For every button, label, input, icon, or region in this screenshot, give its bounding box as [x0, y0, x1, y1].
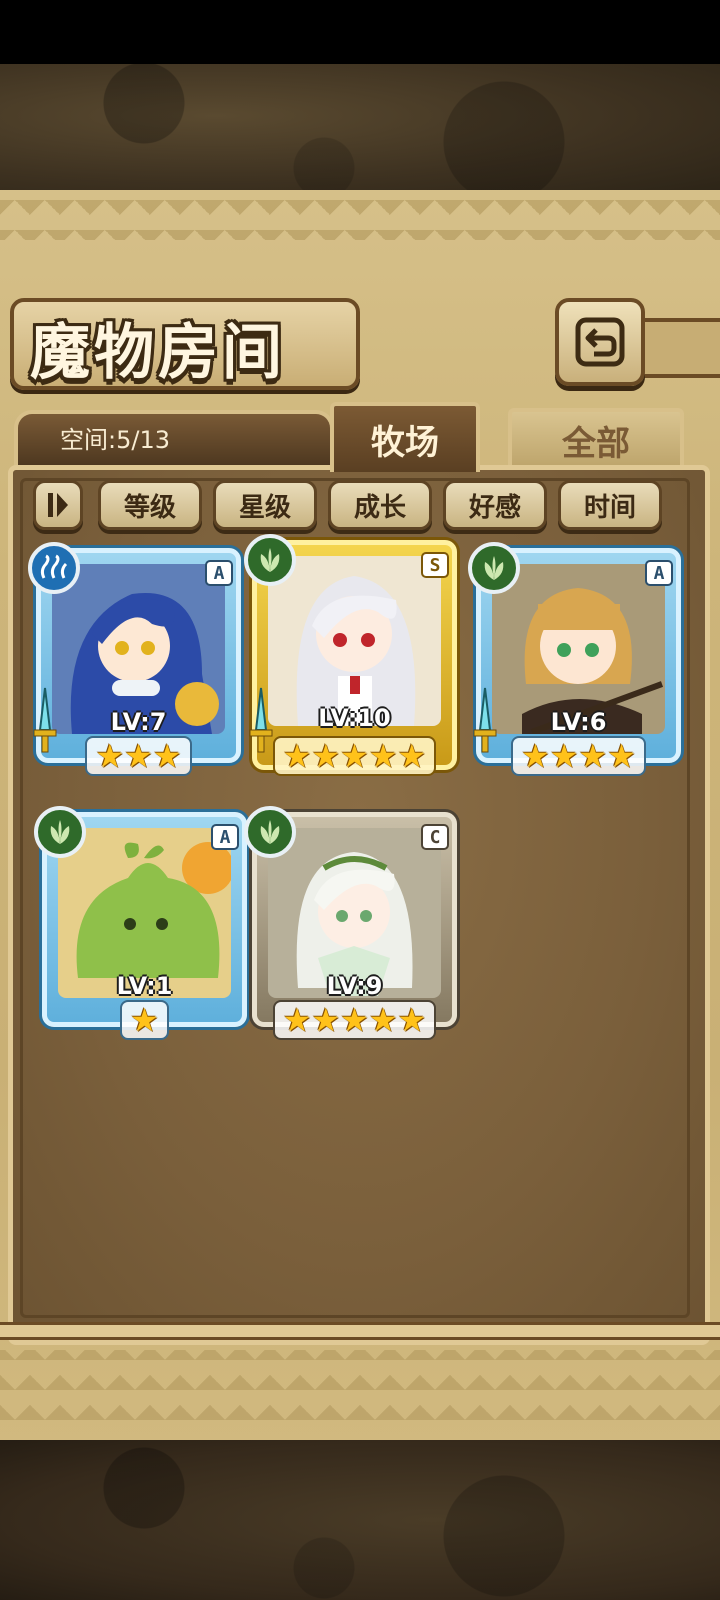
star-icon: ★ — [282, 1001, 312, 1039]
star-icon: ★ — [607, 737, 636, 775]
star-icon: ★ — [124, 737, 153, 775]
decorative-border-bottom — [0, 1350, 720, 1420]
level-label: LV:9 — [326, 972, 383, 1000]
star-icon: ★ — [95, 737, 125, 775]
panel-bottom-rail — [0, 1322, 720, 1340]
grade-badge: A — [205, 560, 233, 586]
monster-card[interactable]: A LV:6 ★ ★ ★ ★ — [468, 542, 681, 780]
star-icon: ★ — [368, 737, 398, 775]
grade-badge: S — [421, 552, 449, 578]
star-icon: ★ — [152, 737, 182, 775]
leaf-element-icon — [468, 542, 520, 594]
grade-badge: C — [421, 824, 449, 850]
map-background-top — [0, 64, 720, 194]
level-label: LV:1 — [116, 972, 173, 1000]
star-icon: ★ — [397, 737, 427, 775]
return-arrow-icon — [575, 317, 625, 367]
sort-by-time-button[interactable]: 时间 — [558, 480, 662, 530]
star-icon: ★ — [549, 737, 579, 775]
tab-ranch[interactable]: 牧场 — [330, 402, 480, 472]
back-button[interactable] — [555, 298, 645, 386]
water-element-icon — [28, 542, 80, 594]
sort-by-level-button[interactable]: 等级 — [98, 480, 202, 530]
level-label: LV:6 — [550, 708, 607, 736]
sort-by-growth-button[interactable]: 成长 — [328, 480, 432, 530]
star-icon: ★ — [521, 737, 550, 775]
page-title: 魔物房间 — [30, 318, 286, 388]
star-rating: ★ ★ ★ ★ ★ — [252, 736, 457, 776]
status-bar — [0, 0, 720, 64]
decorative-border-top — [0, 200, 720, 240]
leaf-element-icon — [34, 806, 86, 858]
star-icon: ★ — [282, 737, 312, 775]
star-icon: ★ — [340, 737, 369, 775]
tab-all[interactable]: 全部 — [508, 408, 684, 468]
leaf-element-icon — [244, 806, 296, 858]
map-background-bottom — [0, 1440, 720, 1600]
back-button-rail — [640, 318, 720, 378]
star-rating: ★ ★ ★ — [36, 736, 241, 776]
star-icon: ★ — [340, 1001, 369, 1039]
star-icon: ★ — [130, 1001, 159, 1039]
monster-card[interactable]: A LV:7 ★ ★ ★ — [28, 542, 241, 780]
monster-card[interactable]: S LV:10 ★ ★ ★ ★ ★ — [244, 534, 457, 780]
level-label: LV:10 — [318, 704, 391, 732]
star-icon: ★ — [311, 737, 341, 775]
star-rating: ★ ★ ★ ★ — [476, 736, 681, 776]
star-icon: ★ — [397, 1001, 427, 1039]
star-icon: ★ — [368, 1001, 398, 1039]
leaf-element-icon — [244, 534, 296, 586]
sort-by-affection-button[interactable]: 好感 — [443, 480, 547, 530]
monster-portrait — [268, 556, 441, 726]
grade-badge: A — [211, 824, 239, 850]
sort-by-stars-button[interactable]: 星级 — [213, 480, 317, 530]
star-icon: ★ — [311, 1001, 341, 1039]
monster-card[interactable]: A LV:1 ★ — [34, 806, 247, 1044]
level-label: LV:7 — [110, 708, 167, 736]
space-capacity-label: 空间:5/13 — [60, 426, 170, 454]
monster-card[interactable]: C LV:9 ★ ★ ★ ★ ★ — [244, 806, 457, 1044]
grade-badge: A — [645, 560, 673, 586]
star-rating: ★ ★ ★ ★ ★ — [252, 1000, 457, 1040]
sort-order-toggle[interactable] — [33, 480, 83, 530]
star-icon: ★ — [578, 737, 608, 775]
sort-order-icon — [48, 493, 68, 517]
star-rating: ★ — [42, 1000, 247, 1040]
